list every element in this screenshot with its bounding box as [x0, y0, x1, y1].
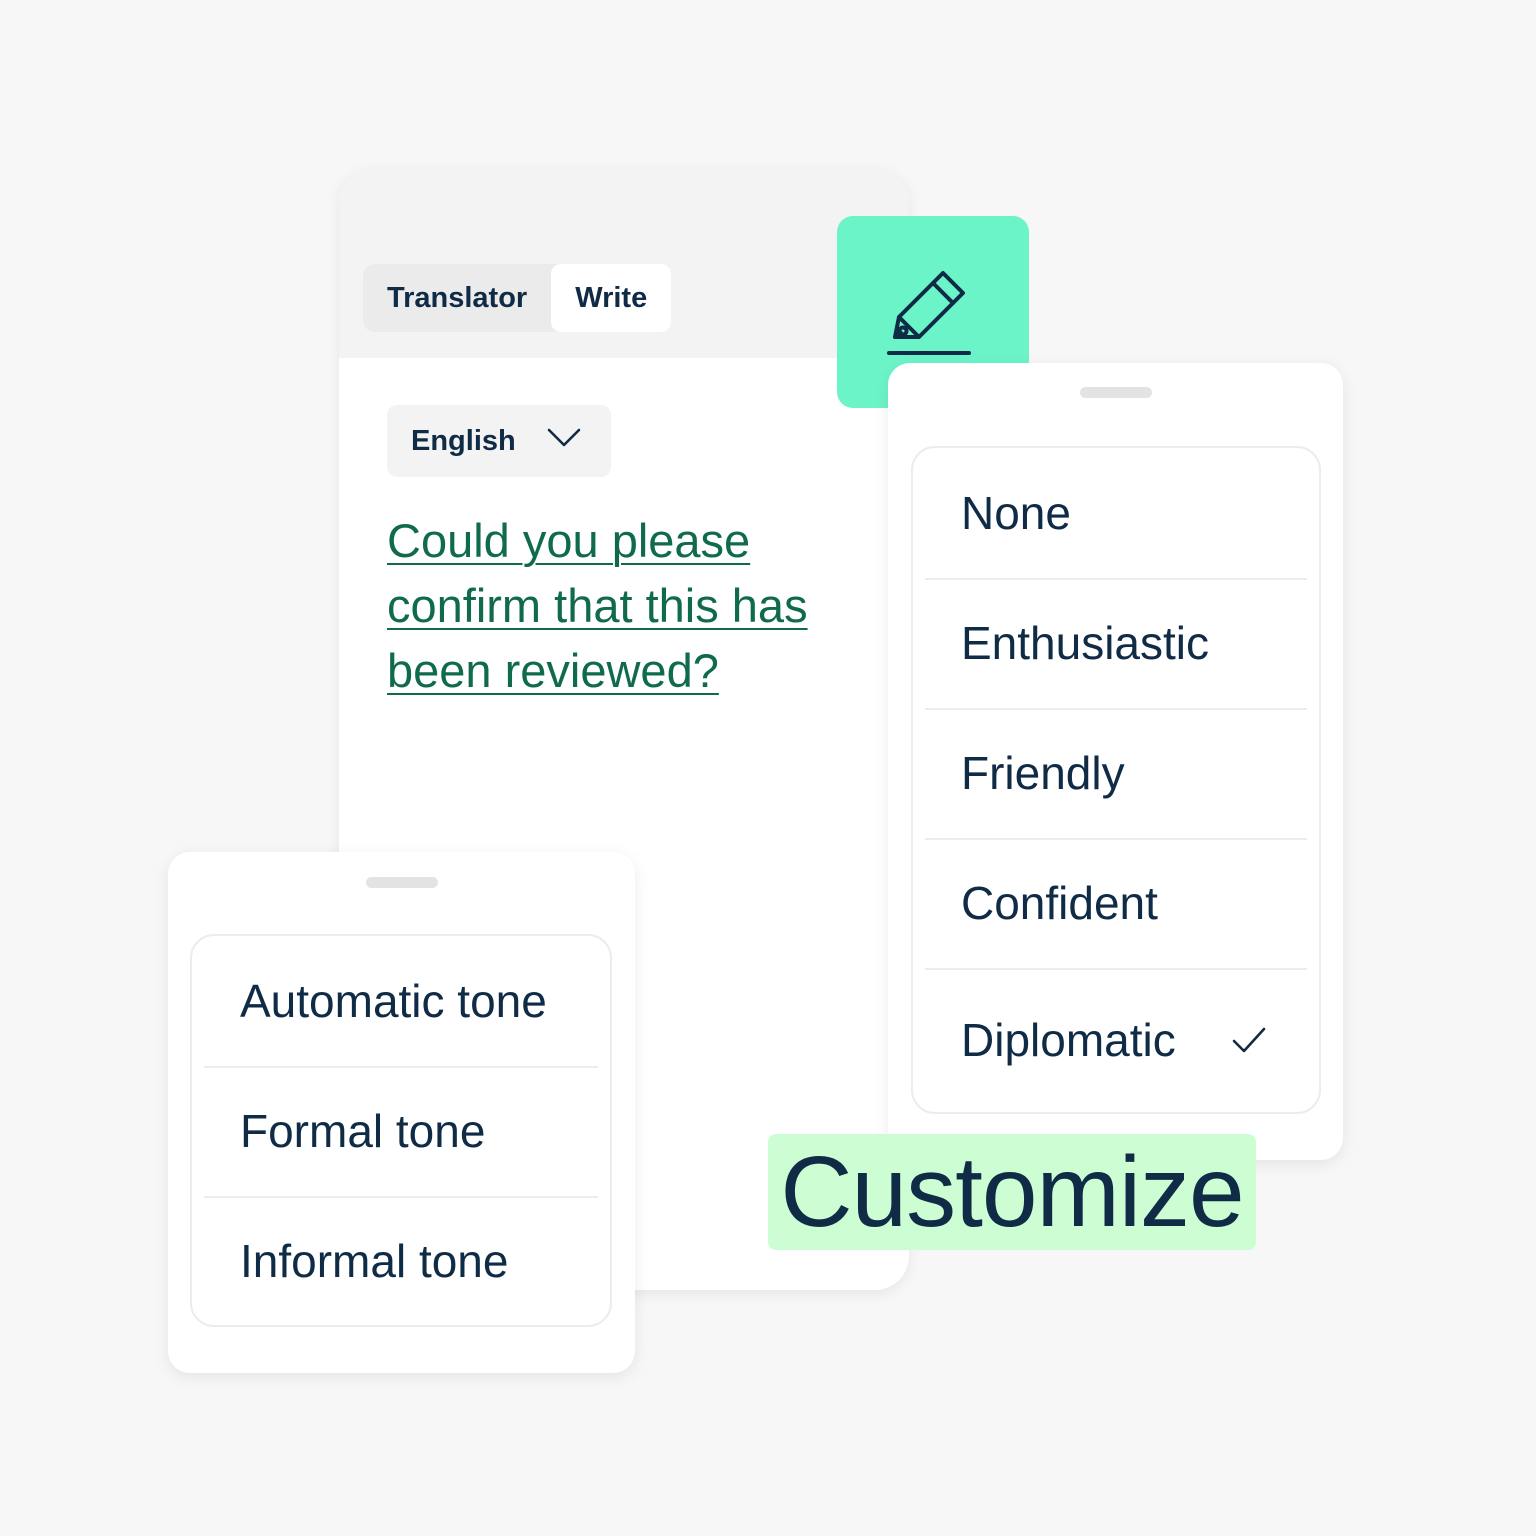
- checkmark-icon: [1232, 1027, 1266, 1053]
- style-options-list: None Enthusiastic Friendly Confident Dip…: [911, 446, 1321, 1114]
- tone-option-formal[interactable]: Formal tone: [192, 1066, 610, 1196]
- tone-options-list: Automatic tone Formal tone Informal tone: [190, 934, 612, 1327]
- option-label: None: [961, 487, 1071, 539]
- mode-tabs: Translator Write: [363, 264, 672, 332]
- tone-option-automatic[interactable]: Automatic tone: [192, 936, 610, 1066]
- tone-option-informal[interactable]: Informal tone: [192, 1196, 610, 1325]
- style-option-diplomatic[interactable]: Diplomatic: [913, 968, 1319, 1112]
- option-label: Confident: [961, 877, 1158, 929]
- style-option-confident[interactable]: Confident: [913, 838, 1319, 968]
- pencil-icon: [887, 271, 971, 355]
- card-grabber[interactable]: [1080, 387, 1152, 398]
- tab-write[interactable]: Write: [551, 264, 672, 332]
- chevron-down-icon: [547, 428, 581, 447]
- option-label: Automatic tone: [240, 975, 547, 1027]
- option-label: Diplomatic: [961, 1014, 1176, 1066]
- tone-options-card: Automatic tone Formal tone Informal tone: [168, 852, 635, 1373]
- style-options-card: None Enthusiastic Friendly Confident Dip…: [888, 363, 1343, 1160]
- language-label: English: [411, 424, 516, 457]
- option-label: Friendly: [961, 747, 1125, 799]
- language-select[interactable]: English: [387, 405, 611, 477]
- option-label: Enthusiastic: [961, 617, 1210, 669]
- card-grabber[interactable]: [366, 877, 438, 888]
- style-option-none[interactable]: None: [913, 448, 1319, 578]
- style-option-friendly[interactable]: Friendly: [913, 708, 1319, 838]
- editor-text[interactable]: Could you please confirm that this has b…: [387, 508, 857, 703]
- option-label: Formal tone: [240, 1105, 486, 1157]
- option-label: Informal tone: [240, 1235, 509, 1287]
- tab-translator[interactable]: Translator: [363, 264, 551, 332]
- style-option-enthusiastic[interactable]: Enthusiastic: [913, 578, 1319, 708]
- customize-badge: Customize: [768, 1134, 1256, 1250]
